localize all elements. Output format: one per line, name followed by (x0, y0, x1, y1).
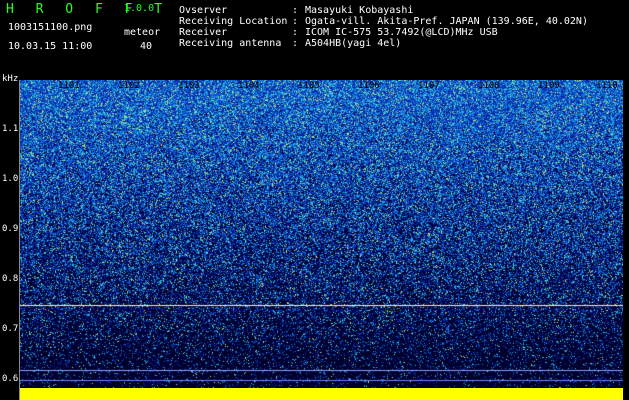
y-tick-label: 0.8 (2, 274, 19, 284)
y-tick-label: 1.1 (2, 124, 19, 134)
y-tick-label: 1.0 (2, 174, 19, 184)
colon: : (292, 16, 299, 27)
minute-marker: 1107 (418, 81, 440, 91)
spectrogram (20, 80, 623, 388)
minute-marker: 1103 (178, 81, 200, 91)
location-value: Ogata-vill. Akita-Pref. JAPAN (139.96E, … (305, 16, 588, 27)
filename-label: 1003151100.png (8, 22, 93, 33)
signal-strength-bar (20, 388, 623, 400)
minute-marker: 1109 (538, 81, 560, 91)
info-labels: Ovserver Receiving Location Receiver Rec… (179, 5, 287, 49)
minute-marker: 1101 (58, 81, 80, 91)
y-tick-label: 0.7 (2, 324, 19, 334)
info-values: Masayuki Kobayashi Ogata-vill. Akita-Pre… (305, 5, 588, 49)
y-tick-label: 0.6 (2, 374, 19, 384)
receiver-value: ICOM IC-575 53.7492(@LCD)MHz USB (305, 27, 498, 38)
minute-marker: 1106 (358, 81, 380, 91)
meteor-count: 40 (139, 41, 152, 52)
minute-marker: 1110 (596, 81, 618, 91)
meteor-label: meteor (124, 27, 161, 38)
minute-marker: 1108 (478, 81, 500, 91)
minute-marker: 1102 (118, 81, 140, 91)
info-colons: : : : : (292, 5, 298, 49)
colon: : (292, 27, 299, 38)
observer-label: Ovserver (179, 5, 228, 16)
datetime-label: 10.03.15 11:00 (8, 41, 93, 52)
antenna-value: A504HB(yagi 4el) (305, 38, 402, 49)
axis-unit: kHz (2, 74, 19, 84)
minute-marker: 1104 (238, 81, 260, 91)
y-tick-label: 0.9 (2, 224, 19, 234)
receiver-label: Receiver (179, 27, 228, 38)
colon: : (292, 38, 299, 49)
version-label: 1.0.0 (124, 3, 155, 14)
antenna-label: Receiving antenna (179, 38, 282, 49)
colon: : (292, 5, 299, 16)
observer-value: Masayuki Kobayashi (305, 5, 414, 16)
minute-marker: 1105 (298, 81, 320, 91)
location-label: Receiving Location (179, 16, 288, 27)
